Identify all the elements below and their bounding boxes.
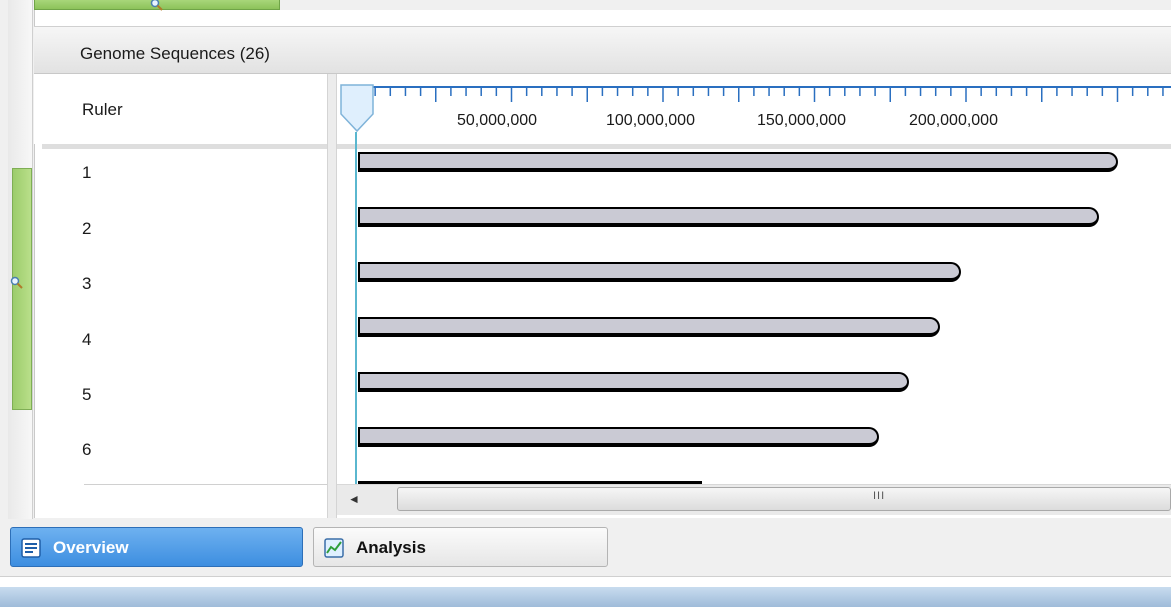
sequence-bar[interactable] (358, 262, 961, 282)
sequence-bar[interactable] (358, 317, 940, 337)
bottom-bar (0, 587, 1171, 607)
tab-analysis[interactable]: Analysis (313, 527, 608, 567)
ruler-ticks (360, 86, 1171, 102)
analysis-chart-icon (324, 538, 344, 558)
sequence-bar[interactable] (358, 152, 1118, 172)
sequence-bar[interactable] (358, 427, 879, 447)
ruler-tick-label: 100,000,000 (606, 112, 695, 129)
ruler-tick-label: 200,000,000 (909, 112, 998, 129)
sequence-label: 3 (82, 274, 92, 293)
zoom-magnifier-icon (10, 276, 23, 289)
sequence-label: 2 (82, 219, 92, 238)
sequence-label: 6 (82, 440, 92, 459)
column-splitter[interactable] (327, 74, 337, 518)
overview-list-icon (21, 538, 41, 558)
tab-overview[interactable]: Overview (10, 527, 303, 567)
zoom-magnifier-icon (150, 0, 163, 11)
ruler-separator[interactable] (42, 144, 1171, 149)
tab-overview-label: Overview (53, 538, 129, 557)
scroll-left-arrow-icon[interactable]: ◄ (345, 490, 363, 508)
row-separator (84, 484, 327, 485)
sequence-label: 4 (82, 330, 92, 349)
panel-title: Genome Sequences (26) (80, 44, 270, 63)
position-line (355, 132, 357, 484)
position-pointer-handle[interactable] (340, 84, 374, 134)
scrollbar-grip: III (873, 490, 886, 502)
sequence-label: 1 (82, 163, 92, 182)
sequence-bar[interactable] (358, 207, 1099, 227)
ruler-tick-label: 50,000,000 (457, 112, 538, 129)
sequence-bar[interactable] (358, 372, 909, 392)
sequence-label: 5 (82, 385, 92, 404)
ruler-label: Ruler (82, 100, 123, 119)
tab-analysis-label: Analysis (356, 538, 426, 557)
ruler-tick-label: 150,000,000 (757, 112, 846, 129)
scrollbar-thumb[interactable] (397, 487, 1171, 511)
